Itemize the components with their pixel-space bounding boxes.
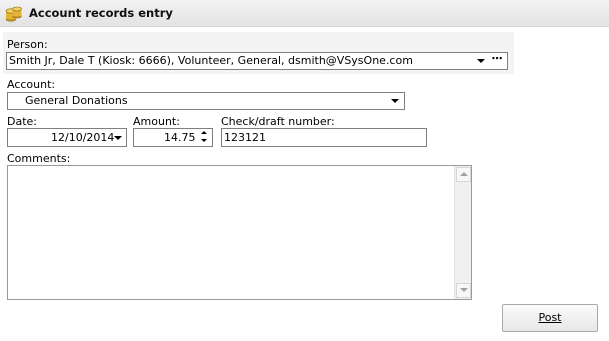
arrow-down-icon bbox=[460, 288, 468, 292]
spin-down-icon[interactable] bbox=[201, 139, 207, 142]
amount-label: Amount: bbox=[133, 115, 180, 128]
spin-up-icon[interactable] bbox=[201, 131, 207, 134]
date-picker[interactable]: 12/10/2014 bbox=[7, 128, 127, 147]
title-bar: Account records entry bbox=[0, 0, 609, 27]
amount-value: 14.75 bbox=[164, 131, 196, 144]
comments-label: Comments: bbox=[7, 152, 71, 165]
date-label: Date: bbox=[7, 115, 37, 128]
check-number-label: Check/draft number: bbox=[221, 115, 335, 128]
comments-textarea[interactable] bbox=[7, 165, 472, 300]
account-value: General Donations bbox=[25, 94, 128, 107]
account-select[interactable]: General Donations bbox=[7, 92, 405, 110]
chevron-down-icon[interactable] bbox=[477, 59, 485, 63]
arrow-up-icon bbox=[460, 172, 468, 176]
account-label: Account: bbox=[7, 78, 56, 91]
person-value: Smith Jr, Dale T (Kiosk: 6666), Voluntee… bbox=[9, 54, 413, 67]
coins-icon bbox=[5, 6, 22, 22]
person-label: Person: bbox=[7, 38, 48, 51]
person-panel: Person: Smith Jr, Dale T (Kiosk: 6666), … bbox=[3, 32, 514, 74]
browse-button[interactable]: ⋯ bbox=[488, 53, 506, 68]
post-button-label: Post bbox=[538, 311, 562, 324]
scroll-down-button[interactable] bbox=[456, 283, 471, 298]
date-value: 12/10/2014 bbox=[51, 131, 115, 144]
person-combobox[interactable]: Smith Jr, Dale T (Kiosk: 6666), Voluntee… bbox=[6, 52, 508, 70]
post-button[interactable]: Post bbox=[502, 304, 598, 332]
page-title: Account records entry bbox=[29, 6, 173, 20]
scroll-up-button[interactable] bbox=[456, 167, 471, 182]
calendar-dropdown-icon[interactable] bbox=[114, 136, 122, 140]
check-number-value: 123121 bbox=[224, 131, 266, 144]
check-number-input[interactable]: 123121 bbox=[221, 128, 427, 147]
chevron-down-icon[interactable] bbox=[391, 99, 399, 103]
comments-scrollbar[interactable] bbox=[454, 166, 471, 299]
amount-spinner[interactable]: 14.75 bbox=[133, 128, 213, 147]
